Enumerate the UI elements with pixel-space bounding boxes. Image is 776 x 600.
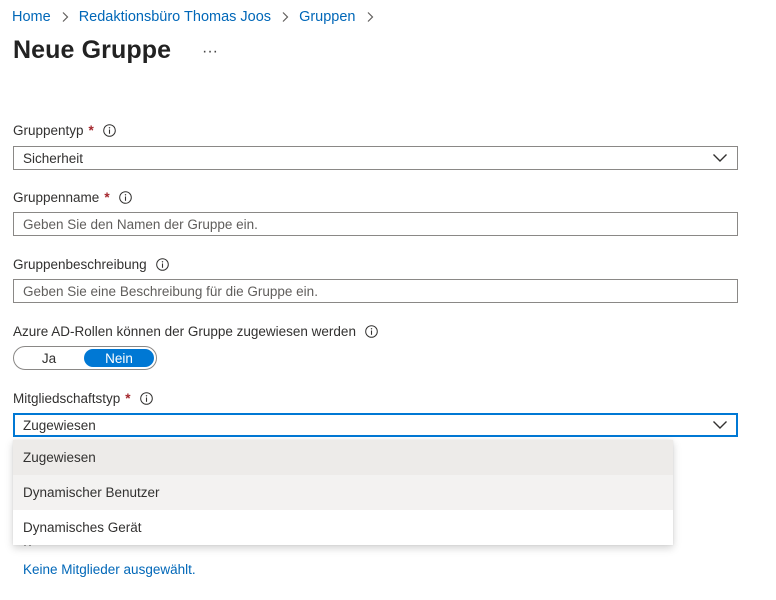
group-description-label: Gruppenbeschreibung	[13, 257, 169, 272]
membership-type-select[interactable]: Zugewiesen	[13, 413, 738, 437]
chevron-right-icon	[277, 9, 293, 25]
info-icon[interactable]	[365, 325, 378, 338]
azure-roles-toggle[interactable]: Ja Nein	[13, 346, 157, 370]
membership-type-dropdown: Zugewiesen Dynamischer Benutzer Dynamisc…	[13, 440, 673, 545]
chevron-down-icon	[712, 150, 728, 166]
azure-roles-label: Azure AD-Rollen können der Gruppe zugewi…	[13, 324, 378, 339]
azure-roles-label-text: Azure AD-Rollen können der Gruppe zugewi…	[13, 324, 356, 339]
group-name-input[interactable]	[13, 212, 738, 236]
group-type-value: Sicherheit	[23, 150, 84, 166]
required-marker: *	[125, 391, 131, 406]
info-icon[interactable]	[118, 191, 132, 204]
toggle-option-ja[interactable]: Ja	[14, 347, 84, 369]
page-title: Neue Gruppe	[13, 36, 172, 64]
toggle-option-nein[interactable]: Nein	[84, 349, 154, 367]
group-type-select[interactable]: Sicherheit	[13, 146, 738, 170]
membership-type-label: Mitgliedschaftstyp *	[13, 391, 153, 406]
more-options-button[interactable]: ···	[200, 40, 220, 64]
breadcrumb-groups[interactable]: Gruppen	[299, 9, 355, 25]
required-marker: *	[104, 190, 110, 205]
membership-option-zugewiesen[interactable]: Zugewiesen	[13, 440, 673, 475]
chevron-right-icon	[362, 9, 378, 25]
info-icon[interactable]	[139, 392, 153, 405]
no-members-selected-link[interactable]: Keine Mitglieder ausgewählt.	[23, 562, 196, 577]
chevron-down-icon	[712, 417, 728, 433]
new-group-page: Home Redaktionsbüro Thomas Joos Gruppen …	[0, 0, 776, 600]
breadcrumb: Home Redaktionsbüro Thomas Joos Gruppen	[12, 9, 384, 25]
group-type-label-text: Gruppentyp	[13, 123, 84, 138]
membership-option-dynamisches-geraet[interactable]: Dynamisches Gerät	[13, 510, 673, 545]
group-description-label-text: Gruppenbeschreibung	[13, 257, 147, 272]
group-type-label: Gruppentyp *	[13, 123, 116, 138]
required-marker: *	[88, 123, 94, 138]
membership-option-dynamischer-benutzer[interactable]: Dynamischer Benutzer	[13, 475, 673, 510]
group-name-label: Gruppenname *	[13, 190, 132, 205]
group-name-label-text: Gruppenname	[13, 190, 100, 205]
chevron-right-icon	[57, 9, 73, 25]
info-icon[interactable]	[155, 258, 169, 271]
breadcrumb-home[interactable]: Home	[12, 9, 51, 25]
membership-type-value: Zugewiesen	[23, 417, 96, 433]
info-icon[interactable]	[103, 124, 116, 137]
membership-type-label-text: Mitgliedschaftstyp	[13, 391, 121, 406]
group-description-input[interactable]	[13, 279, 738, 303]
breadcrumb-tenant[interactable]: Redaktionsbüro Thomas Joos	[79, 9, 271, 25]
